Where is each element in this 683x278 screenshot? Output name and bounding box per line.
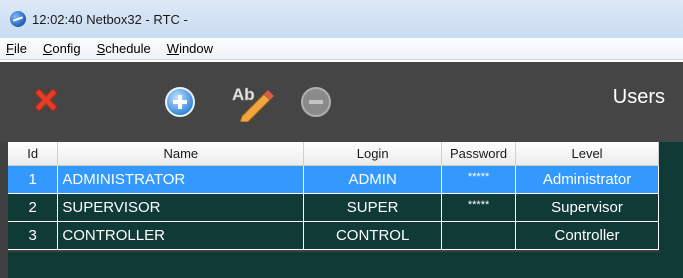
- col-password-header[interactable]: Password: [441, 142, 517, 166]
- window-title: 12:02:40 Netbox32 - RTC -: [32, 11, 188, 27]
- cell-id: 1: [8, 165, 59, 194]
- rename-button[interactable]: Ab: [228, 78, 276, 122]
- toolbar: Ab Users: [0, 62, 683, 142]
- cell-level: Administrator: [515, 165, 659, 194]
- cell-login: SUPER: [303, 193, 443, 222]
- app-globe-icon: [10, 11, 26, 27]
- cell-name: ADMINISTRATOR: [57, 165, 305, 194]
- users-grid[interactable]: Id Name Login Password Level 1 ADMINISTR…: [8, 142, 683, 253]
- col-id-header[interactable]: Id: [8, 142, 59, 166]
- cell-login: ADMIN: [303, 165, 443, 194]
- menu-schedule[interactable]: Schedule: [97, 41, 151, 56]
- content-area: Id Name Login Password Level 1 ADMINISTR…: [0, 142, 683, 278]
- cell-password: *****: [441, 193, 517, 222]
- table-row[interactable]: 2 SUPERVISOR SUPER ***** Supervisor: [8, 193, 659, 222]
- remove-minus-icon: [301, 87, 331, 117]
- cell-level: Supervisor: [515, 193, 659, 222]
- cell-id: 3: [8, 221, 59, 250]
- window-titlebar: 12:02:40 Netbox32 - RTC -: [0, 0, 683, 38]
- table-row[interactable]: 1 ADMINISTRATOR ADMIN ***** Administrato…: [8, 165, 659, 194]
- col-name-header[interactable]: Name: [57, 142, 305, 166]
- svg-text:Ab: Ab: [232, 85, 255, 104]
- add-plus-icon: [165, 87, 195, 117]
- cell-name: SUPERVISOR: [57, 193, 305, 222]
- close-x-icon: [34, 88, 58, 112]
- users-table: Id Name Login Password Level 1 ADMINISTR…: [8, 142, 659, 250]
- add-button[interactable]: [162, 84, 198, 120]
- menu-file[interactable]: File: [6, 41, 27, 56]
- close-button[interactable]: [28, 84, 64, 120]
- cell-level: Controller: [515, 221, 659, 250]
- table-header: Id Name Login Password Level: [8, 142, 659, 166]
- menu-window[interactable]: Window: [167, 41, 213, 56]
- page-title: Users: [612, 86, 665, 108]
- table-row[interactable]: 3 CONTROLLER CONTROL Controller: [8, 221, 659, 250]
- cell-password: [441, 221, 517, 250]
- menu-bar: File Config Schedule Window: [0, 38, 683, 60]
- col-login-header[interactable]: Login: [303, 142, 443, 166]
- cell-name: CONTROLLER: [57, 221, 305, 250]
- cell-login: CONTROL: [303, 221, 443, 250]
- grid-empty-area: [8, 252, 683, 278]
- menu-config[interactable]: Config: [43, 41, 81, 56]
- rename-pencil-icon: Ab: [232, 85, 274, 122]
- cell-password: *****: [441, 165, 517, 194]
- remove-button[interactable]: [298, 84, 334, 120]
- col-level-header[interactable]: Level: [515, 142, 659, 166]
- cell-id: 2: [8, 193, 59, 222]
